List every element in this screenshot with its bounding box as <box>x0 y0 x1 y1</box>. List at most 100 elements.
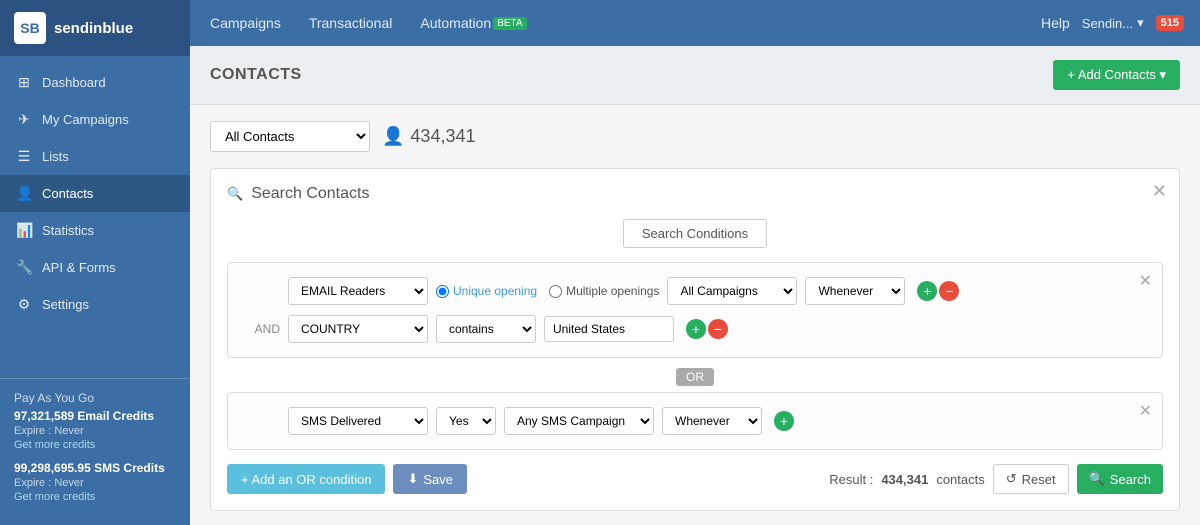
and-label: AND <box>244 322 280 336</box>
dashboard-icon: ⊞ <box>16 74 32 91</box>
row1-add-button[interactable]: + <box>917 281 937 301</box>
sms-credits-block: 99,298,695.95 SMS Credits Expire : Never… <box>14 461 176 503</box>
bottom-right-actions: Result : 434,341 contacts ↺ Reset 🔍 Sear… <box>829 464 1163 494</box>
sidebar-item-settings[interactable]: ⚙ Settings <box>0 286 190 323</box>
sidebar-item-label: Dashboard <box>42 75 106 90</box>
content-body: All Contacts 👤 434,341 🔍 Search Contacts… <box>190 105 1200 525</box>
search-button[interactable]: 🔍 Search <box>1077 464 1163 494</box>
sidebar-item-label: Settings <box>42 297 89 312</box>
row1-field-select[interactable]: EMAIL Readers <box>288 277 428 305</box>
row1-add-remove: + − <box>917 281 959 301</box>
row3-condition-select[interactable]: Yes <box>436 407 496 435</box>
sidebar-item-statistics[interactable]: 📊 Statistics <box>0 212 190 249</box>
user-menu[interactable]: Sendin... ▾ <box>1082 15 1144 31</box>
row2-value-input[interactable] <box>544 316 674 342</box>
topnav-right: Help Sendin... ▾ 515 <box>1041 15 1184 31</box>
radio-multiple-input[interactable] <box>549 285 562 298</box>
sidebar-item-label: API & Forms <box>42 260 116 275</box>
search-icon: 🔍 <box>227 186 243 202</box>
add-contacts-button[interactable]: + Add Contacts ▾ <box>1053 60 1180 90</box>
group1-close-icon[interactable]: ✕ <box>1139 271 1152 291</box>
row1-time-select[interactable]: Whenever <box>805 277 905 305</box>
email-expire: Expire : Never <box>14 425 176 437</box>
save-icon: ⬇ <box>407 471 418 487</box>
or-badge: OR <box>676 368 714 386</box>
nav-automation[interactable]: Automation BETA <box>416 0 530 46</box>
save-button[interactable]: ⬇ Save <box>393 464 467 494</box>
sidebar-item-label: My Campaigns <box>42 112 129 127</box>
email-credits-link[interactable]: Get more credits <box>14 439 176 451</box>
radio-group: Unique opening Multiple openings <box>436 284 659 298</box>
nav-campaigns[interactable]: Campaigns <box>206 0 285 46</box>
settings-icon: ⚙ <box>16 296 32 313</box>
condition-row-1: EMAIL Readers Unique opening Multiple op… <box>244 277 1146 305</box>
sidebar-item-label: Contacts <box>42 186 93 201</box>
result-suffix: contacts <box>936 472 984 487</box>
radio-unique-label: Unique opening <box>453 284 537 298</box>
row3-field-select[interactable]: SMS Delivered <box>288 407 428 435</box>
sidebar-credits: Pay As You Go 97,321,589 Email Credits E… <box>0 378 190 525</box>
row3-add: + <box>774 411 794 431</box>
bottom-left-actions: + Add an OR condition ⬇ Save <box>227 464 467 494</box>
radio-multiple-openings[interactable]: Multiple openings <box>549 284 659 298</box>
top-navigation: Campaigns Transactional Automation BETA … <box>190 0 1200 46</box>
sidebar-item-lists[interactable]: ☰ Lists <box>0 138 190 175</box>
contacts-icon: 👤 <box>16 185 32 202</box>
row3-time-select[interactable]: Whenever <box>662 407 762 435</box>
row2-condition-select[interactable]: contains <box>436 315 536 343</box>
row3-campaign-select[interactable]: Any SMS Campaign <box>504 407 654 435</box>
result-count: 434,341 <box>881 472 928 487</box>
nav-transactional[interactable]: Transactional <box>305 0 397 46</box>
sidebar: SB sendinblue ⊞ Dashboard ✈ My Campaigns… <box>0 0 190 525</box>
condition-row-3: SMS Delivered Yes Any SMS Campaign Whene… <box>244 407 1146 435</box>
sms-credits-value: 99,298,695.95 SMS Credits <box>14 461 176 475</box>
sidebar-item-campaigns[interactable]: ✈ My Campaigns <box>0 101 190 138</box>
add-or-condition-button[interactable]: + Add an OR condition <box>227 464 385 494</box>
condition-row-2: AND COUNTRY contains + − <box>244 315 1146 343</box>
chevron-down-icon: ▾ <box>1137 15 1144 31</box>
sidebar-nav: ⊞ Dashboard ✈ My Campaigns ☰ Lists 👤 Con… <box>0 56 190 378</box>
contacts-row: All Contacts 👤 434,341 <box>210 121 1180 152</box>
row3-add-button[interactable]: + <box>774 411 794 431</box>
sidebar-item-contacts[interactable]: 👤 Contacts <box>0 175 190 212</box>
reset-icon: ↺ <box>1006 471 1017 487</box>
help-button[interactable]: Help <box>1041 15 1070 31</box>
conditions-tab: Search Conditions <box>227 219 1163 248</box>
row2-add-button[interactable]: + <box>686 319 706 339</box>
pay-as-go-label: Pay As You Go <box>14 391 176 405</box>
list-select[interactable]: All Contacts <box>210 121 370 152</box>
radio-unique-input[interactable] <box>436 285 449 298</box>
api-icon: 🔧 <box>16 259 32 276</box>
search-panel: 🔍 Search Contacts ✕ Search Conditions ✕ … <box>210 168 1180 511</box>
person-icon: 👤 <box>382 126 404 147</box>
campaigns-icon: ✈ <box>16 111 32 128</box>
row2-remove-button[interactable]: − <box>708 319 728 339</box>
search-btn-icon: 🔍 <box>1089 471 1105 487</box>
page-title: CONTACTS <box>210 66 302 84</box>
sidebar-item-dashboard[interactable]: ⊞ Dashboard <box>0 64 190 101</box>
sidebar-item-api[interactable]: 🔧 API & Forms <box>0 249 190 286</box>
logo: SB sendinblue <box>0 0 190 56</box>
condition-group-1: ✕ EMAIL Readers Unique opening <box>227 262 1163 358</box>
contact-count: 👤 434,341 <box>382 126 476 147</box>
reset-button[interactable]: ↺ Reset <box>993 464 1069 494</box>
main-area: Campaigns Transactional Automation BETA … <box>190 0 1200 525</box>
search-conditions-tab[interactable]: Search Conditions <box>623 219 767 248</box>
row2-add-remove: + − <box>686 319 728 339</box>
search-close-icon[interactable]: ✕ <box>1152 181 1167 202</box>
lists-icon: ☰ <box>16 148 32 165</box>
search-panel-title: Search Contacts <box>251 185 369 203</box>
group2-close-icon[interactable]: ✕ <box>1139 401 1152 421</box>
contact-count-value: 434,341 <box>410 126 475 147</box>
notification-badge[interactable]: 515 <box>1156 15 1184 31</box>
row1-remove-button[interactable]: − <box>939 281 959 301</box>
sidebar-item-label: Statistics <box>42 223 94 238</box>
radio-multiple-label: Multiple openings <box>566 284 659 298</box>
row1-campaign-select[interactable]: All Campaigns <box>667 277 797 305</box>
statistics-icon: 📊 <box>16 222 32 239</box>
content-area: CONTACTS + Add Contacts ▾ All Contacts 👤… <box>190 46 1200 525</box>
radio-unique-opening[interactable]: Unique opening <box>436 284 537 298</box>
sms-credits-link[interactable]: Get more credits <box>14 491 176 503</box>
row2-field-select[interactable]: COUNTRY <box>288 315 428 343</box>
result-label: Result : <box>829 472 873 487</box>
